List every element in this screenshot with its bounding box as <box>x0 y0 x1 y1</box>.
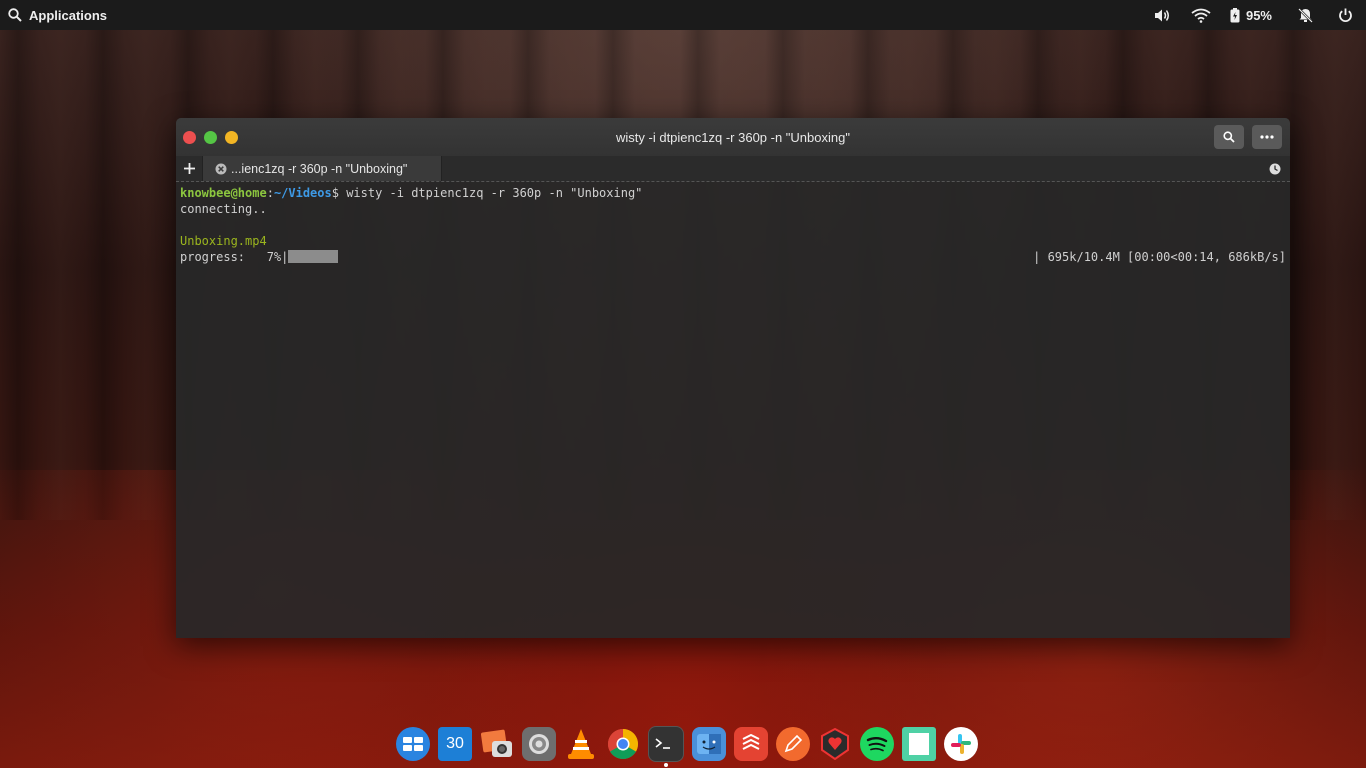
close-window-button[interactable] <box>183 130 196 144</box>
prompt-user: knowbee@home <box>180 186 267 200</box>
battery-percent[interactable]: 95% <box>1246 8 1272 23</box>
battery-icon[interactable] <box>1228 4 1242 26</box>
top-panel: Applications 95% <box>0 0 1366 30</box>
todoist-icon <box>742 734 760 750</box>
applications-menu[interactable]: Applications <box>8 8 107 23</box>
progress-line: progress: 7%| | 695k/10.4M [00:00<00:14, … <box>180 249 1286 265</box>
terminal-icon <box>655 738 670 749</box>
dock-calendar[interactable]: 30 <box>438 727 472 761</box>
dock-pen-app[interactable] <box>776 727 810 761</box>
more-icon <box>1260 135 1274 139</box>
dock-files[interactable] <box>692 727 726 761</box>
close-tab-icon[interactable] <box>215 163 227 175</box>
applications-label: Applications <box>29 7 108 23</box>
search-icon <box>8 8 22 22</box>
window-titlebar[interactable]: wisty -i dtpienc1zq -r 360p -n "Unboxing… <box>176 118 1290 156</box>
dock: 30 <box>392 726 982 767</box>
dock-slack[interactable] <box>944 727 978 761</box>
volume-icon[interactable] <box>1152 4 1174 26</box>
plus-icon <box>183 163 195 174</box>
pen-icon <box>784 734 803 753</box>
dock-chrome[interactable] <box>606 727 640 761</box>
vlc-icon <box>568 729 594 759</box>
notifications-off-icon[interactable] <box>1294 4 1316 26</box>
dock-terminal[interactable] <box>648 726 684 767</box>
power-icon[interactable] <box>1334 4 1356 26</box>
wifi-icon[interactable] <box>1190 4 1212 26</box>
window-controls <box>183 130 246 144</box>
multitasking-icon <box>403 737 423 751</box>
command-line: knowbee@home:~/Videos$ wisty -i dtpienc1… <box>180 185 1286 201</box>
running-indicator <box>664 763 668 767</box>
find-button[interactable] <box>1214 125 1244 149</box>
files-icon <box>697 734 721 754</box>
connecting-line: connecting.. <box>180 202 267 216</box>
minimize-window-button[interactable] <box>225 130 238 144</box>
dock-security-app[interactable] <box>818 727 852 761</box>
search-icon <box>1223 131 1235 143</box>
gear-icon <box>529 734 549 754</box>
dock-photos[interactable] <box>480 727 514 761</box>
terminal-window: wisty -i dtpienc1zq -r 360p -n "Unboxing… <box>176 118 1290 638</box>
tab-active[interactable]: ...ienc1zq -r 360p -n "Unboxing" <box>202 156 442 181</box>
prompt-separator: : <box>266 186 274 200</box>
window-title: wisty -i dtpienc1zq -r 360p -n "Unboxing… <box>616 129 850 145</box>
slack-icon <box>951 734 971 754</box>
clock-icon[interactable] <box>1269 163 1281 175</box>
prompt-dollar: $ <box>331 186 347 200</box>
note-icon <box>909 733 929 755</box>
dock-todoist[interactable] <box>734 727 768 761</box>
filename-line: Unboxing.mp4 <box>180 234 267 248</box>
tab-label: ...ienc1zq -r 360p -n "Unboxing" <box>231 161 408 176</box>
new-tab-button[interactable] <box>176 156 202 181</box>
dock-spotify[interactable] <box>860 727 894 761</box>
menu-button[interactable] <box>1252 125 1282 149</box>
progress-label: progress: 7%| <box>180 250 289 264</box>
progress-bar <box>288 250 339 263</box>
dock-system-settings[interactable] <box>522 727 556 761</box>
chrome-icon <box>607 729 639 760</box>
terminal-output[interactable]: knowbee@home:~/Videos$ wisty -i dtpienc1… <box>176 182 1290 268</box>
calendar-day: 30 <box>446 735 464 752</box>
dock-notes-app[interactable] <box>902 727 936 761</box>
tab-bar: ...ienc1zq -r 360p -n "Unboxing" <box>176 156 1290 182</box>
command-text: wisty -i dtpienc1zq -r 360p -n "Unboxing… <box>346 186 643 200</box>
spotify-icon <box>866 737 888 752</box>
dock-vlc[interactable] <box>564 727 598 761</box>
panel-indicators: 95% <box>1136 4 1356 26</box>
shield-heart-icon <box>821 728 849 760</box>
prompt-path: ~/Videos <box>273 186 332 200</box>
titlebar-actions <box>1206 125 1282 149</box>
dock-multitasking-view[interactable] <box>396 727 430 761</box>
maximize-window-button[interactable] <box>204 130 217 144</box>
photos-icon <box>480 729 512 757</box>
progress-stats: | 695k/10.4M [00:00<00:14, 686kB/s] <box>1033 250 1286 264</box>
